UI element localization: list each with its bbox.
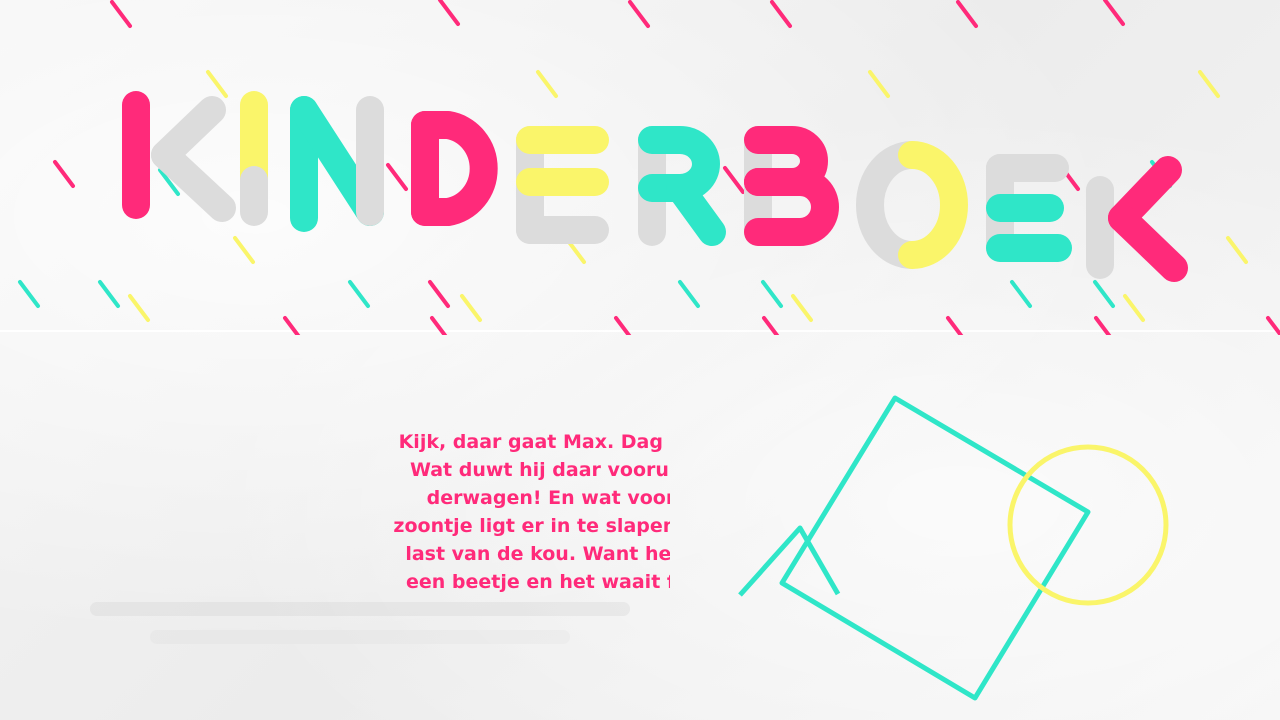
story-line-pink: derwagen! En wat voor één! Een groene! Z… — [426, 487, 670, 509]
title-text: KINDERBOEK — [0, 0, 7, 1]
story-line-pink: zoontje ligt er in te slapen. Die heeft … — [393, 515, 670, 537]
large-square-outline — [779, 395, 1091, 701]
title-letter-k-2 — [1086, 156, 1188, 282]
story-line: Kijk, daar gaat Max. Dag Max! Hij stapt … — [60, 428, 670, 456]
story-line: derwagen! En wat voor één! Een groene! Z… — [60, 484, 670, 512]
title-letter-o — [856, 141, 968, 269]
story-line: zoontje ligt er in te slapen. Die heeft … — [60, 512, 670, 540]
title-letter-r — [638, 126, 726, 246]
story-line-pink: een beetje en het waait flink. Alle mens… — [405, 571, 670, 593]
faded-text-shadow — [90, 602, 630, 616]
geometric-shapes — [738, 395, 1169, 701]
circle-outline — [1007, 444, 1169, 606]
title-letter-b — [744, 126, 839, 246]
story-line: last van de kou. Want het is koud joh! H… — [60, 540, 670, 568]
story-line-pink: Wat duwt hij daar vooruit? Jawel, een he… — [409, 459, 670, 481]
story-line: Wat duwt hij daar vooruit? Jawel, een he… — [60, 456, 670, 484]
title-letter-d — [411, 111, 498, 226]
story-text-block: Kijk, daar gaat Max. Dag Max! Hij stapt … — [60, 428, 670, 658]
title-letter-e — [516, 126, 609, 244]
story-text: Kijk, daar gaat Max. Dag Max! Hij stapt … — [60, 428, 670, 658]
story-line-pink: Kijk, daar gaat Max. Dag Max! Hij stapt … — [398, 431, 670, 453]
kinderboek-title: KINDERBOEK — [0, 0, 1188, 282]
title-letter-k — [122, 91, 236, 222]
story-line-pink: last van de kou. Want het is koud joh! H… — [405, 543, 670, 565]
title-letter-e-2 — [986, 154, 1072, 262]
title-letter-n — [290, 96, 384, 232]
faded-text-shadow — [150, 630, 570, 644]
story-line: een beetje en het waait flink. Alle mens… — [60, 568, 670, 596]
